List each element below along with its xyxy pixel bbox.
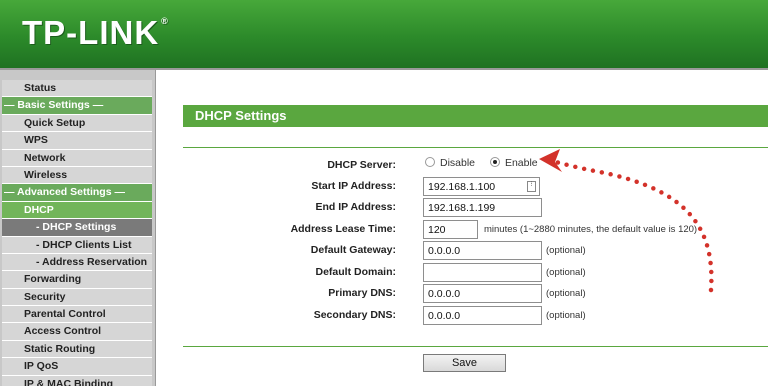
- disable-radio-label: Disable: [440, 157, 476, 169]
- lease-time-label: Address Lease Time:: [290, 223, 396, 235]
- domain-input[interactable]: [423, 263, 542, 282]
- sidebar-item-status[interactable]: Status: [2, 80, 152, 98]
- end-ip-input[interactable]: 192.168.1.199: [423, 198, 542, 217]
- dhcp-server-radio-group: Disable Enable: [425, 157, 550, 169]
- domain-optional-note: (optional): [546, 267, 586, 278]
- gateway-row: Default Gateway: 0.0.0.0 (optional): [157, 241, 768, 261]
- end-ip-label: End IP Address:: [315, 201, 396, 213]
- sidebar-item-address-reservation[interactable]: - Address Reservation: [2, 253, 152, 272]
- primary-dns-optional-note: (optional): [546, 288, 586, 299]
- sidebar-item-security[interactable]: Security: [2, 288, 152, 307]
- enable-radio[interactable]: [489, 157, 500, 167]
- domain-label: Default Domain:: [315, 266, 396, 278]
- primary-dns-label: Primary DNS:: [328, 287, 396, 299]
- sidebar-item-advanced-settings: — Advanced Settings —: [2, 184, 152, 202]
- save-button[interactable]: Save: [423, 354, 506, 372]
- sidebar-item-quick-setup[interactable]: Quick Setup: [2, 114, 152, 133]
- sidebar-item-wps[interactable]: WPS: [2, 132, 152, 150]
- disable-radio[interactable]: [425, 157, 435, 167]
- gateway-input[interactable]: 0.0.0.0: [423, 241, 542, 260]
- header-banner: TP-LINK ®: [0, 0, 768, 68]
- main-panel: DHCP Settings DHCP Server: Disable Enabl…: [157, 70, 768, 386]
- secondary-dns-input[interactable]: 0.0.0.0: [423, 306, 542, 325]
- start-ip-input[interactable]: 192.168.1.100 ⁝: [423, 177, 540, 196]
- sidebar-item-dhcp-settings[interactable]: - DHCP Settings: [2, 219, 152, 237]
- secondary-dns-row: Secondary DNS: 0.0.0.0 (optional): [157, 306, 768, 326]
- lease-time-note: minutes (1~2880 minutes, the default val…: [484, 224, 698, 235]
- top-divider: [183, 147, 768, 148]
- primary-dns-row: Primary DNS: 0.0.0.0 (optional): [157, 284, 768, 304]
- page-title: DHCP Settings: [195, 108, 287, 123]
- secondary-dns-label: Secondary DNS:: [313, 309, 396, 321]
- section-title-bar: DHCP Settings: [183, 105, 768, 127]
- lease-time-input[interactable]: 120: [423, 220, 478, 239]
- gateway-optional-note: (optional): [546, 245, 586, 256]
- secondary-dns-optional-note: (optional): [546, 310, 586, 321]
- sidebar-nav: Status — Basic Settings — Quick Setup WPS Ne…: [2, 80, 152, 386]
- autofill-icon[interactable]: ⁝: [527, 181, 536, 192]
- sidebar-item-parental-control[interactable]: Parental Control: [2, 306, 152, 324]
- primary-dns-input[interactable]: 0.0.0.0: [423, 284, 542, 303]
- sidebar-item-basic-settings: — Basic Settings —: [2, 97, 152, 115]
- sidebar-item-access-control[interactable]: Access Control: [2, 323, 152, 341]
- sidebar: Status — Basic Settings — Quick Setup WPS Ne…: [0, 70, 156, 386]
- start-ip-label: Start IP Address:: [311, 180, 396, 192]
- sidebar-item-wireless[interactable]: Wireless: [2, 166, 152, 185]
- sidebar-item-ip-mac-binding[interactable]: IP & MAC Binding: [2, 375, 152, 386]
- sidebar-item-dhcp-clients-list[interactable]: - DHCP Clients List: [2, 236, 152, 254]
- gateway-label: Default Gateway:: [310, 244, 396, 256]
- sidebar-item-ip-qos[interactable]: IP QoS: [2, 358, 152, 376]
- sidebar-item-network[interactable]: Network: [2, 149, 152, 167]
- start-ip-row: Start IP Address: 192.168.1.100 ⁝: [157, 177, 768, 197]
- sidebar-item-static-routing[interactable]: Static Routing: [2, 340, 152, 359]
- sidebar-item-dhcp[interactable]: DHCP: [2, 201, 152, 220]
- enable-radio-label: Enable: [504, 157, 538, 169]
- dhcp-server-row: DHCP Server: Disable Enable: [157, 156, 768, 176]
- domain-row: Default Domain: (optional): [157, 263, 768, 283]
- tp-link-logo: TP-LINK ®: [22, 14, 169, 51]
- bottom-divider: [183, 346, 768, 347]
- sidebar-item-forwarding[interactable]: Forwarding: [2, 271, 152, 289]
- lease-time-row: Address Lease Time: 120 minutes (1~2880 …: [157, 220, 768, 240]
- dhcp-server-label: DHCP Server:: [327, 159, 396, 171]
- end-ip-row: End IP Address: 192.168.1.199: [157, 198, 768, 218]
